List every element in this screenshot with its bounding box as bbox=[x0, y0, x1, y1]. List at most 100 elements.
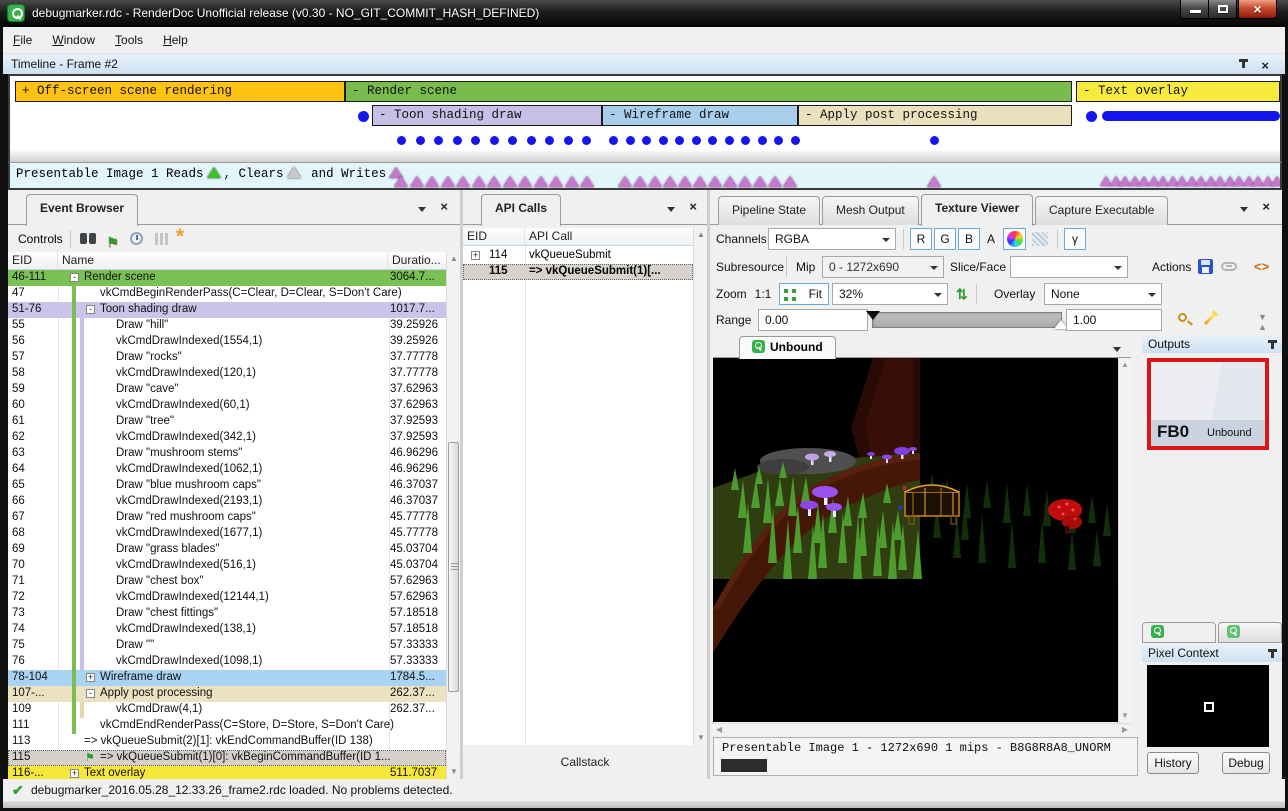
zoom-fit-button[interactable]: Fit bbox=[779, 283, 829, 305]
find-event-icon[interactable] bbox=[80, 233, 96, 244]
usage-triangle-icon[interactable] bbox=[425, 176, 439, 187]
zoom-select[interactable]: 32% bbox=[832, 283, 948, 305]
usage-triangle-icon[interactable] bbox=[753, 176, 767, 187]
event-row-63[interactable]: 63Draw "mushroom stems"46.96296 bbox=[8, 446, 446, 462]
event-row-55[interactable]: 55Draw "hill"39.25926 bbox=[8, 318, 446, 334]
usage-triangle-icon[interactable] bbox=[549, 176, 563, 187]
tab-mesh-output[interactable]: Mesh Output bbox=[822, 196, 919, 225]
collapse-icon[interactable]: - bbox=[86, 689, 95, 698]
event-row-70[interactable]: 70vkCmdDrawIndexed(516,1)45.03704 bbox=[8, 558, 446, 574]
timeline-close-icon[interactable]: × bbox=[1261, 56, 1269, 76]
timeline-draw-dot[interactable] bbox=[609, 136, 618, 145]
event-row-51-76[interactable]: 51-76-Toon shading draw1017.7... bbox=[8, 302, 446, 318]
scroll-down-icon[interactable]: ▼ bbox=[694, 731, 708, 745]
usage-triangle-icon[interactable] bbox=[565, 176, 579, 187]
usage-triangle-icon[interactable] bbox=[738, 176, 752, 187]
collapse-icon[interactable]: - bbox=[86, 305, 95, 314]
usage-triangle-icon[interactable] bbox=[456, 176, 470, 187]
collapse-icon[interactable]: - bbox=[70, 273, 79, 282]
range-black-handle[interactable] bbox=[866, 311, 880, 320]
expand-icon[interactable]: + bbox=[70, 769, 79, 778]
timeline-bar[interactable]: - Wireframe draw bbox=[602, 105, 798, 126]
right-panel-menu-icon[interactable] bbox=[1240, 203, 1248, 215]
event-row-76[interactable]: 76vkCmdDrawIndexed(1098,1)57.33333 bbox=[8, 654, 446, 670]
timeline-draw-dot[interactable] bbox=[471, 136, 480, 145]
range-extra-icon[interactable]: ▼▲ bbox=[1258, 312, 1267, 332]
outputs-pin-icon[interactable] bbox=[1271, 340, 1274, 349]
timeline-bar[interactable]: - Apply post processing bbox=[798, 105, 1072, 126]
usage-triangle-icon[interactable] bbox=[633, 176, 647, 187]
scroll-up-icon[interactable]: ▲ bbox=[694, 228, 708, 242]
usage-triangle-icon[interactable] bbox=[580, 176, 594, 187]
usage-triangle-icon[interactable] bbox=[394, 176, 408, 187]
event-row-116-...[interactable]: 116-...+Text overlay511.7037 bbox=[8, 766, 446, 779]
timeline-draw-dot[interactable] bbox=[930, 136, 939, 145]
scroll-up-icon[interactable]: ▲ bbox=[447, 252, 461, 266]
event-browser-scrollbar[interactable]: ▲ ▼ bbox=[446, 252, 460, 779]
tab-capture-executable[interactable]: Capture Executable bbox=[1035, 196, 1168, 225]
timeline-pin-icon[interactable] bbox=[1242, 59, 1245, 68]
usage-triangle-icon[interactable] bbox=[648, 176, 662, 187]
timeline-draw-dot[interactable] bbox=[545, 136, 554, 145]
event-row-72[interactable]: 72vkCmdDrawIndexed(12144,1)57.62963 bbox=[8, 590, 446, 606]
event-row-75[interactable]: 75Draw ""57.33333 bbox=[8, 638, 446, 654]
range-max-input[interactable]: 1.00 bbox=[1066, 309, 1162, 331]
timeline-draw-dot[interactable] bbox=[527, 136, 536, 145]
menu-help[interactable]: Help bbox=[153, 27, 198, 54]
channel-r-button[interactable]: R bbox=[910, 228, 932, 250]
texture-preview-viewport[interactable] bbox=[713, 358, 1118, 722]
event-row-68[interactable]: 68vkCmdDrawIndexed(1677,1)45.77778 bbox=[8, 526, 446, 542]
scroll-left-icon[interactable]: ◀ bbox=[716, 725, 722, 734]
event-row-47[interactable]: 47vkCmdBeginRenderPass(C=Clear, D=Clear,… bbox=[8, 286, 446, 302]
usage-triangle-icon[interactable] bbox=[503, 176, 517, 187]
pixel-context-header[interactable]: Pixel Context bbox=[1142, 644, 1282, 662]
event-row-109[interactable]: 109vkCmdDraw(4,1)262.37... bbox=[8, 702, 446, 718]
zoom-range-button[interactable] bbox=[1176, 309, 1196, 331]
timeline-draw-dot[interactable] bbox=[582, 136, 591, 145]
api-calls-close-icon[interactable]: × bbox=[689, 199, 697, 214]
timeline-bar[interactable]: - Toon shading draw bbox=[372, 105, 602, 126]
zoom-1to1-button[interactable]: 1:1 bbox=[750, 283, 776, 305]
tab-unbound-texture[interactable]: Unbound bbox=[739, 336, 836, 359]
channel-g-button[interactable]: G bbox=[934, 228, 956, 250]
event-browser-close-icon[interactable]: × bbox=[440, 199, 448, 214]
link-button[interactable] bbox=[1220, 256, 1240, 278]
timeline-draw-dot[interactable] bbox=[791, 136, 800, 145]
expand-icon[interactable]: + bbox=[86, 673, 95, 682]
api-calls-menu-icon[interactable] bbox=[667, 203, 675, 215]
event-row-66[interactable]: 66vkCmdDrawIndexed(2193,1)46.37037 bbox=[8, 494, 446, 510]
event-browser-menu-icon[interactable] bbox=[418, 203, 426, 215]
usage-triangle-icon[interactable] bbox=[410, 176, 424, 187]
channel-b-button[interactable]: B bbox=[958, 228, 980, 250]
timeline-draw-dot[interactable] bbox=[642, 136, 651, 145]
autofit-range-button[interactable] bbox=[1202, 309, 1222, 331]
api-calls-scrollbar[interactable]: ▲ ▼ bbox=[693, 228, 707, 745]
timeline-draw-dot[interactable] bbox=[490, 136, 499, 145]
event-row-57[interactable]: 57Draw "rocks"37.77778 bbox=[8, 350, 446, 366]
tab-inputs[interactable]: Inputs bbox=[1218, 622, 1282, 643]
timeline-bar[interactable]: - Render scene bbox=[345, 81, 1072, 102]
usage-triangle-icon[interactable] bbox=[663, 176, 677, 187]
event-row-60[interactable]: 60vkCmdDrawIndexed(60,1)37.62963 bbox=[8, 398, 446, 414]
time-draws-icon[interactable] bbox=[130, 232, 143, 245]
tab-api-calls[interactable]: API Calls bbox=[481, 194, 561, 226]
timeline-draw-dot[interactable] bbox=[508, 136, 517, 145]
timeline-draw-dot[interactable] bbox=[434, 136, 443, 145]
close-button[interactable]: × bbox=[1238, 0, 1277, 19]
event-row-58[interactable]: 58vkCmdDrawIndexed(120,1)37.77778 bbox=[8, 366, 446, 382]
timeline-draw-dot[interactable] bbox=[453, 136, 462, 145]
api-row-115[interactable]: 115=> vkQueueSubmit(1)[... bbox=[463, 264, 693, 280]
save-texture-button[interactable] bbox=[1196, 256, 1216, 278]
scroll-down-icon[interactable]: ▼ bbox=[447, 765, 461, 779]
timeline-draw-dot[interactable] bbox=[626, 136, 635, 145]
open-code-button[interactable]: <> bbox=[1244, 256, 1264, 278]
timeline-draw-dot[interactable] bbox=[564, 136, 573, 145]
tab-texture-viewer[interactable]: Texture Viewer bbox=[921, 194, 1033, 226]
event-row-78-104[interactable]: 78-104+Wireframe draw1784.5... bbox=[8, 670, 446, 686]
usage-triangle-icon[interactable] bbox=[441, 176, 455, 187]
event-row-69[interactable]: 69Draw "grass blades"45.03704 bbox=[8, 542, 446, 558]
scroll-thumb[interactable] bbox=[448, 442, 459, 692]
event-row-56[interactable]: 56vkCmdDrawIndexed(1554,1)39.25926 bbox=[8, 334, 446, 350]
timeline-draw-dot[interactable] bbox=[725, 136, 734, 145]
background-color-swatch[interactable] bbox=[721, 759, 767, 772]
